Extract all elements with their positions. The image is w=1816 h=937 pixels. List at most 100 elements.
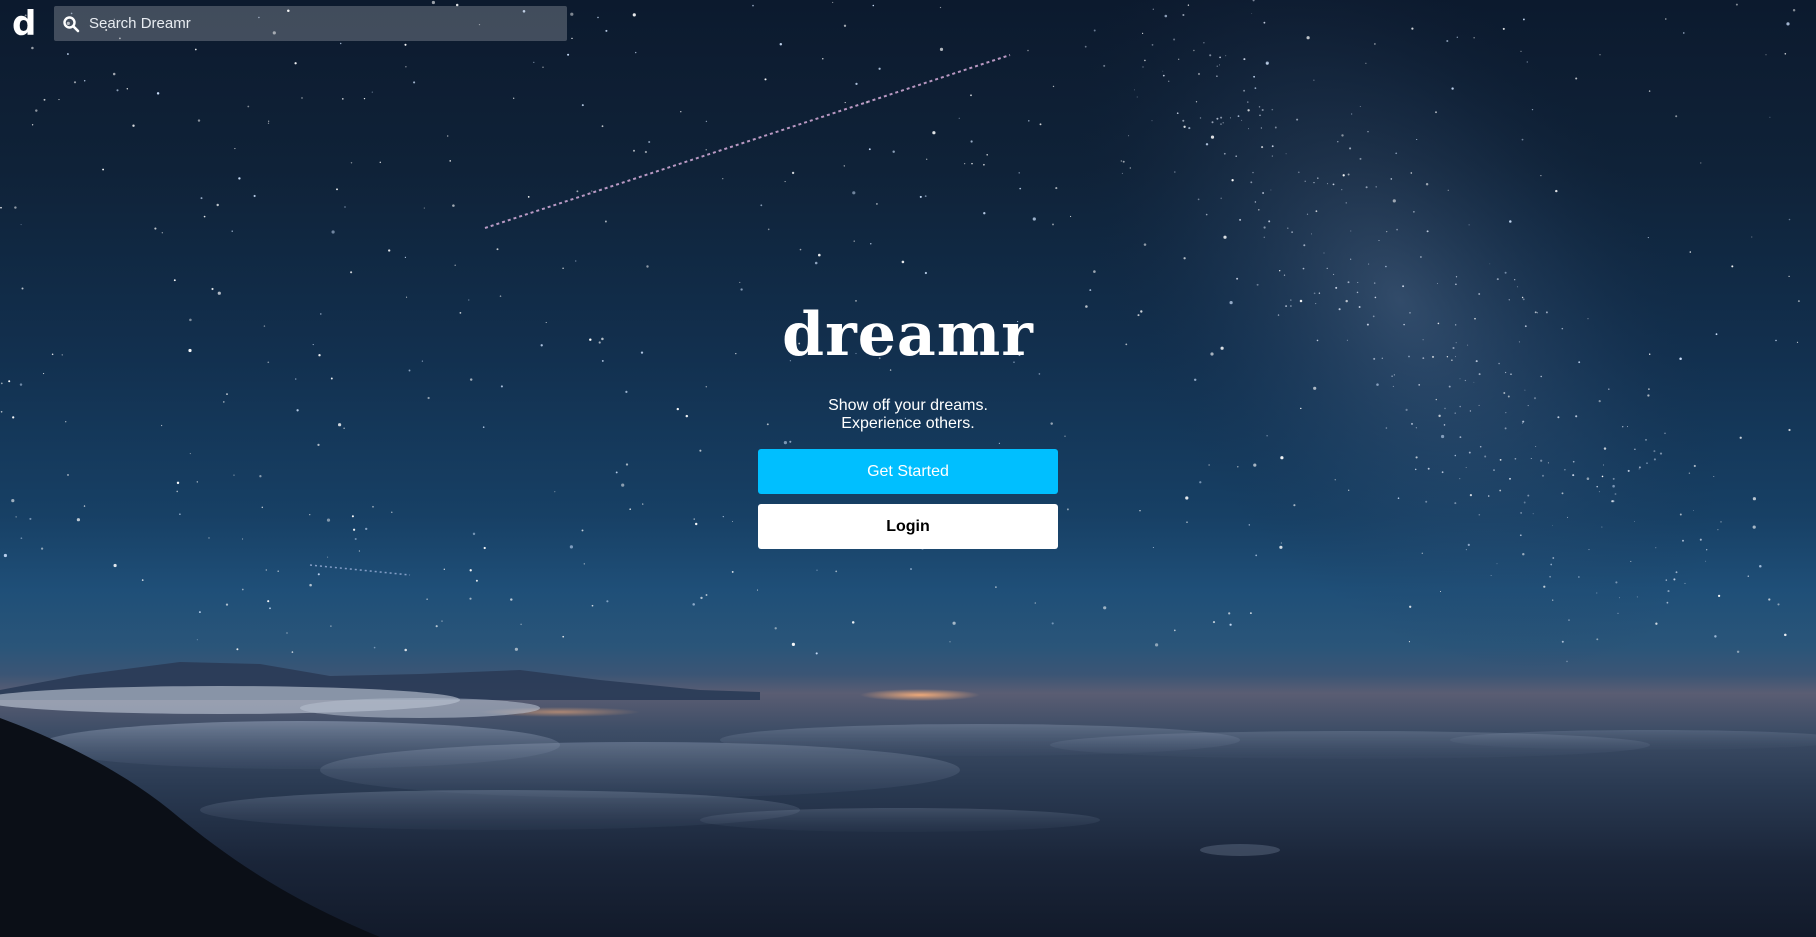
star xyxy=(1356,291,1359,294)
star xyxy=(680,111,682,113)
search-input[interactable] xyxy=(89,15,529,32)
star xyxy=(358,550,361,552)
star xyxy=(496,248,499,251)
star xyxy=(1413,211,1415,213)
star xyxy=(1617,612,1619,615)
star xyxy=(102,168,105,171)
star xyxy=(1260,127,1263,129)
star xyxy=(872,4,875,7)
star xyxy=(1717,594,1721,598)
star xyxy=(910,568,912,570)
star xyxy=(344,206,346,208)
star xyxy=(1103,64,1106,67)
star xyxy=(1392,199,1396,203)
star xyxy=(1216,117,1219,120)
star xyxy=(1784,633,1787,637)
star xyxy=(1263,226,1266,229)
star xyxy=(632,13,636,17)
star xyxy=(1540,174,1542,177)
star xyxy=(835,570,838,573)
star xyxy=(1349,147,1352,150)
star xyxy=(1306,36,1310,40)
star xyxy=(1297,171,1300,174)
star xyxy=(35,109,38,112)
star xyxy=(1285,153,1287,155)
star xyxy=(1261,108,1264,112)
star xyxy=(1271,108,1274,111)
star xyxy=(1089,289,1092,292)
star xyxy=(253,194,256,198)
star xyxy=(1374,43,1376,45)
star xyxy=(1120,160,1122,162)
star xyxy=(1390,178,1393,180)
star xyxy=(971,162,973,165)
search-bar[interactable] xyxy=(54,6,567,41)
star xyxy=(1304,180,1306,182)
shooting-star xyxy=(484,54,1011,229)
star xyxy=(196,639,198,641)
star xyxy=(1516,286,1519,288)
star xyxy=(1223,152,1226,155)
star xyxy=(822,58,824,60)
star xyxy=(426,598,428,600)
star xyxy=(1239,218,1242,221)
star xyxy=(767,228,770,231)
star xyxy=(774,627,777,630)
star xyxy=(1183,125,1186,128)
star xyxy=(1550,563,1553,566)
star xyxy=(705,120,708,123)
star xyxy=(1765,54,1767,56)
star xyxy=(970,140,973,143)
star xyxy=(1566,660,1568,663)
star xyxy=(404,43,407,46)
star xyxy=(404,648,407,652)
star xyxy=(919,195,922,198)
star xyxy=(1456,36,1458,38)
star xyxy=(1578,576,1580,578)
star xyxy=(268,120,270,122)
logo-mark[interactable]: d xyxy=(12,2,36,46)
star xyxy=(1237,115,1240,117)
star xyxy=(1365,186,1368,189)
star xyxy=(1220,123,1222,125)
star xyxy=(1347,173,1350,176)
star xyxy=(1167,80,1170,83)
star xyxy=(510,598,513,601)
star xyxy=(339,42,342,45)
star xyxy=(1291,231,1293,233)
star xyxy=(1359,105,1361,108)
star xyxy=(1243,58,1246,61)
star xyxy=(1416,138,1418,141)
star xyxy=(1270,189,1272,191)
star xyxy=(1549,575,1551,578)
star xyxy=(0,206,2,209)
star xyxy=(705,594,708,596)
star xyxy=(1543,585,1546,588)
star xyxy=(234,148,236,150)
star xyxy=(705,149,707,151)
star xyxy=(1455,283,1457,286)
star xyxy=(1365,62,1367,64)
star xyxy=(601,125,604,128)
star xyxy=(1402,285,1405,288)
star xyxy=(469,569,472,572)
star xyxy=(1144,59,1146,62)
login-button[interactable]: Login xyxy=(758,504,1058,549)
star xyxy=(952,621,956,625)
star xyxy=(779,43,783,46)
star xyxy=(1183,257,1186,260)
star xyxy=(542,66,544,68)
star xyxy=(1263,21,1266,24)
star xyxy=(291,651,294,653)
city-glow xyxy=(860,689,980,701)
star xyxy=(1142,32,1144,35)
star xyxy=(1552,599,1554,601)
get-started-button[interactable]: Get Started xyxy=(758,449,1058,494)
star xyxy=(1700,162,1702,164)
star xyxy=(1410,172,1413,174)
star xyxy=(405,66,407,68)
star xyxy=(1229,117,1231,119)
star xyxy=(1261,146,1264,149)
star xyxy=(1731,265,1734,268)
star xyxy=(1378,240,1380,241)
